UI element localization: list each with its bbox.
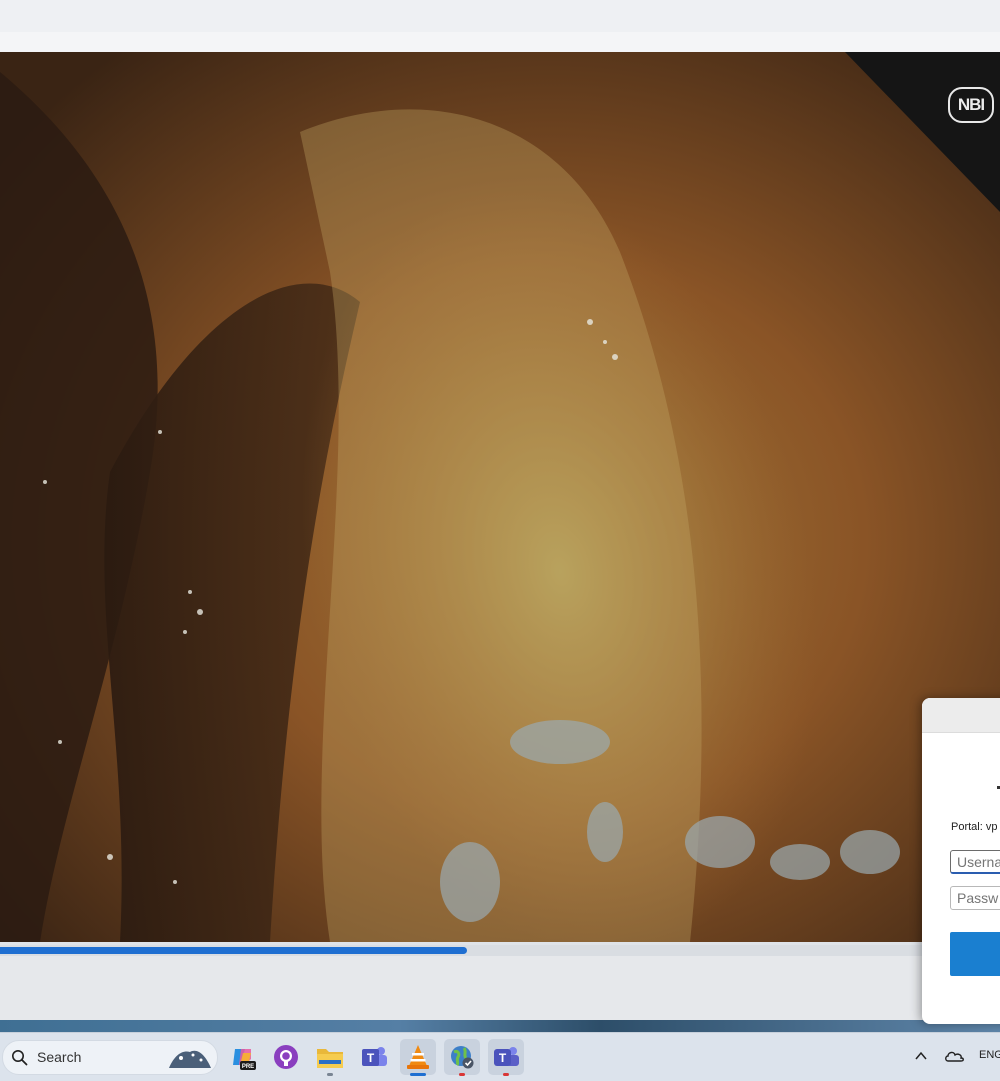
copilot-pre-icon[interactable]: PRE <box>225 1039 261 1075</box>
search-highlight-icon <box>169 1050 211 1068</box>
search-icon <box>12 1050 28 1066</box>
svg-text:T: T <box>499 1051 507 1065</box>
teams-classic-icon[interactable]: T <box>356 1039 392 1075</box>
vlc-icon[interactable] <box>400 1039 436 1076</box>
taskbar-search-box[interactable]: Search <box>2 1040 218 1075</box>
github-desktop-icon[interactable] <box>268 1039 304 1075</box>
video-player-frame[interactable]: NBI <box>0 52 1000 942</box>
teams-icon[interactable]: T <box>488 1039 524 1076</box>
file-explorer-icon[interactable] <box>312 1039 348 1076</box>
password-field[interactable] <box>950 886 1000 910</box>
window-title-bar <box>0 0 1000 33</box>
username-field[interactable] <box>950 850 1000 874</box>
onedrive-cloud-icon[interactable] <box>943 1047 965 1065</box>
connect-button[interactable] <box>950 932 1000 976</box>
portal-label: Portal: vp <box>951 821 998 833</box>
nbi-mode-badge: NBI <box>948 87 994 123</box>
video-progress-fill <box>0 947 467 954</box>
windows-taskbar: Search PRE T T ENG <box>0 1032 1000 1081</box>
svg-text:PRE: PRE <box>242 1064 254 1070</box>
desktop-wallpaper-strip <box>0 1020 1000 1032</box>
video-seek-bar[interactable] <box>0 945 1000 956</box>
show-hidden-icons-chevron-icon[interactable] <box>912 1047 930 1065</box>
video-controls-area <box>0 956 1000 1020</box>
input-language-indicator[interactable]: ENG <box>979 1049 1000 1061</box>
dialog-title-bar[interactable] <box>922 698 1000 733</box>
vpn-login-dialog: Portal: vp <box>922 698 1000 1024</box>
search-label: Search <box>37 1049 82 1065</box>
vpn-globe-icon[interactable] <box>444 1039 480 1076</box>
svg-text:T: T <box>367 1051 375 1065</box>
window-toolbar <box>0 32 1000 52</box>
endoscopy-video-image <box>0 52 1000 942</box>
